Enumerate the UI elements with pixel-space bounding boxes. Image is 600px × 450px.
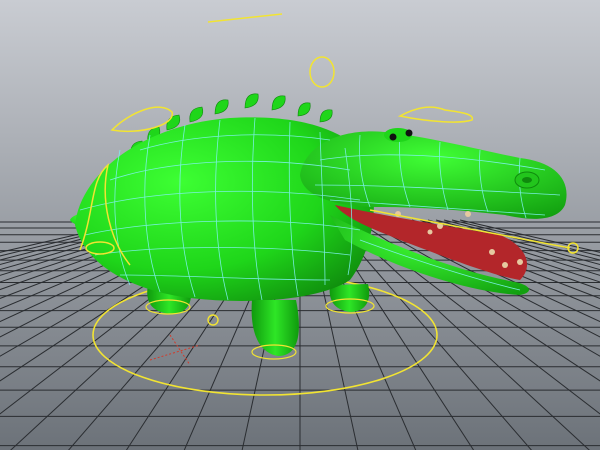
3d-viewport[interactable] — [0, 0, 600, 450]
crocodile-nostril — [514, 171, 540, 189]
viewport-canvas[interactable] — [0, 0, 600, 450]
